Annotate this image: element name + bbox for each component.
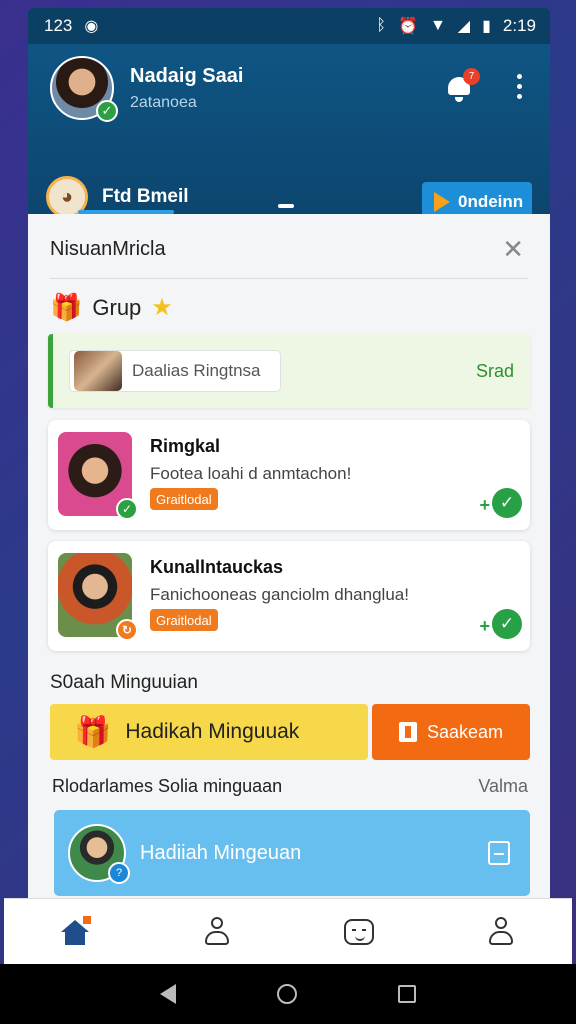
system-nav-bar bbox=[0, 964, 576, 1024]
verified-check-icon: ✓ bbox=[116, 498, 138, 520]
more-options-icon[interactable] bbox=[517, 74, 522, 99]
recent-card[interactable]: ? Hadiiah Mingeuan bbox=[54, 810, 530, 896]
card-description: Footea loahi d anmtachon! bbox=[150, 464, 352, 483]
wifi-icon: ▼ bbox=[429, 17, 446, 34]
check-button[interactable]: ✓ bbox=[492, 609, 522, 639]
app-window: 1⁠23 ◉ ᛒ ⏰ ▼ ◢ ▮ 2:19 ✓ Nadaig Saai 2ata… bbox=[28, 8, 550, 908]
back-icon[interactable] bbox=[160, 984, 177, 1004]
notification-dot bbox=[83, 915, 91, 924]
nav-profile[interactable] bbox=[197, 912, 237, 952]
profile-header: ✓ Nadaig Saai 2atanoea 7 ◕ Ftd Bmeil 0nd… bbox=[28, 44, 550, 222]
list-item[interactable]: ✓ Rimgkal Footea loahi d anmtachon! Grai… bbox=[48, 420, 530, 530]
status-icon: ? bbox=[108, 862, 130, 884]
recent-card-label: Hadiiah Mingeuan bbox=[140, 841, 302, 864]
status-icon: ↻ bbox=[116, 619, 138, 641]
weekly-gift-button[interactable]: 🎁 Hadikah Minguuak bbox=[50, 704, 368, 760]
home-circle-icon[interactable] bbox=[276, 984, 297, 1004]
divider bbox=[50, 278, 528, 279]
sheet-title: NisuanMricla bbox=[50, 238, 166, 260]
play-icon bbox=[434, 192, 450, 212]
user-name: Nadaig Saai bbox=[130, 64, 244, 87]
card-photo: ✓ bbox=[58, 432, 138, 520]
close-icon[interactable]: ✕ bbox=[502, 234, 524, 265]
recents-icon[interactable] bbox=[397, 985, 416, 1003]
banner-action-link[interactable]: Srad bbox=[476, 361, 514, 382]
recent-see-all-link[interactable]: Valma bbox=[478, 776, 528, 797]
banner-pill[interactable]: Daalias Ringtnsa bbox=[69, 350, 281, 392]
bluetooth-icon: ᛒ bbox=[376, 17, 387, 34]
card-tag: Graitlodal bbox=[150, 488, 218, 510]
status-badge: 1⁠23 bbox=[44, 16, 73, 35]
clipboard-icon[interactable] bbox=[488, 841, 510, 865]
gift-icon: 🎁 bbox=[50, 292, 83, 322]
emoji-face-icon bbox=[344, 918, 374, 945]
avatar[interactable]: ✓ bbox=[50, 56, 118, 122]
gift-icon: 🎁 bbox=[74, 715, 112, 749]
card-name: Kunallntauckas bbox=[150, 557, 284, 577]
status-bar: 1⁠23 ◉ ᛒ ⏰ ▼ ◢ ▮ 2:19 bbox=[28, 8, 550, 44]
weekly-row: 🎁 Hadikah Minguuak Saakeam bbox=[50, 704, 530, 760]
secondary-label: Ftd Bmeil bbox=[102, 186, 189, 207]
card-name: Rimgkal bbox=[150, 436, 221, 456]
check-button[interactable]: ✓ bbox=[492, 488, 522, 518]
plus-icon: + bbox=[479, 616, 490, 636]
group-banner[interactable]: Daalias Ringtnsa Srad bbox=[48, 334, 530, 408]
group-heading: 🎁 Grup ★ bbox=[50, 292, 173, 323]
card-photo: ↻ bbox=[58, 553, 138, 641]
nav-chat[interactable] bbox=[339, 912, 379, 952]
recent-section-label: Rlodarlames Solia minguaan bbox=[52, 776, 283, 796]
card-tag: Graitlodal bbox=[150, 609, 218, 631]
group-label: Grup bbox=[92, 294, 142, 320]
tab-indicator bbox=[278, 204, 294, 208]
header-action-label: 0ndeinn bbox=[458, 192, 524, 211]
user-subtitle: 2atanoea bbox=[130, 93, 197, 111]
group-photo bbox=[74, 351, 122, 391]
weekly-main-label: Hadikah Minguuak bbox=[125, 720, 300, 743]
card-description: Fanichooneas ganciolm dhanglua! bbox=[150, 585, 409, 604]
nav-account[interactable] bbox=[481, 912, 521, 952]
profile-row[interactable]: ✓ Nadaig Saai 2atanoea bbox=[50, 56, 244, 122]
weekly-button-label: Saakeam bbox=[426, 721, 504, 742]
verified-check-icon: ✓ bbox=[96, 100, 118, 122]
banner-pill-text: Daalias Ringtnsa bbox=[132, 361, 261, 380]
weekly-section-label: S0aah Minguuian bbox=[50, 672, 198, 693]
person-icon bbox=[204, 916, 230, 947]
alarm-icon: ⏰ bbox=[398, 18, 418, 35]
clock: 2:19 bbox=[502, 16, 536, 35]
bottom-sheet: NisuanMricla ✕ 🎁 Grup ★ Daalias Ringtnsa… bbox=[28, 214, 550, 908]
list-item[interactable]: ↻ Kunallntauckas Fanichooneas ganciolm d… bbox=[48, 541, 530, 651]
plus-icon: + bbox=[479, 495, 490, 515]
star-icon: ★ bbox=[151, 294, 173, 321]
nav-home[interactable] bbox=[55, 912, 95, 952]
app-status-icon: ◉ bbox=[84, 18, 99, 35]
action-icon bbox=[398, 722, 417, 742]
bell-icon[interactable]: 7 bbox=[446, 68, 480, 102]
user-icon bbox=[488, 916, 514, 947]
notification-badge: 7 bbox=[463, 68, 480, 85]
battery-icon: ▮ bbox=[482, 18, 491, 35]
signal-icon: ◢ bbox=[457, 18, 471, 35]
avatar: ? bbox=[68, 824, 130, 884]
weekly-action-button[interactable]: Saakeam bbox=[372, 704, 530, 760]
bottom-nav bbox=[4, 898, 572, 964]
